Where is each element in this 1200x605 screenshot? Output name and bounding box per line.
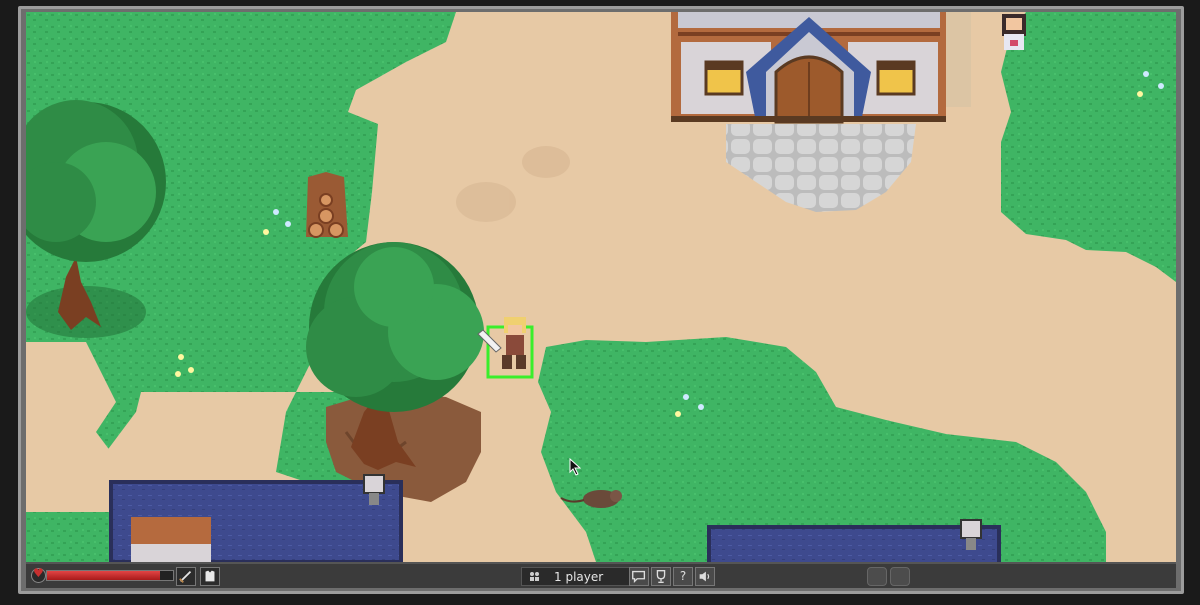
help-button[interactable]: ? [673,567,693,586]
player-count-label: 1 player [554,570,604,584]
sword-icon [179,570,192,583]
trophy-icon [656,570,666,583]
log-pile[interactable] [306,172,348,238]
population-icon [530,572,539,581]
water-left [109,474,403,562]
inventory-slot-1[interactable] [867,567,887,586]
armor-slot[interactable] [200,567,220,586]
player-count: 1 player [521,567,636,586]
house[interactable] [671,12,971,124]
game-viewport[interactable] [26,12,1176,562]
sound-button[interactable] [695,567,715,586]
villager-npc[interactable] [1002,14,1026,50]
chat-icon [632,570,646,584]
speaker-icon [699,571,710,582]
weapon-slot[interactable] [176,567,196,586]
achievements-button[interactable] [651,567,671,586]
armor-icon [205,570,215,582]
help-icon: ? [679,569,687,583]
chat-button[interactable] [629,567,649,586]
mouse-cursor-icon [569,458,581,476]
water-right [707,519,1001,562]
health-bar-fill [47,571,161,580]
heart-icon [31,566,46,583]
health-bar [46,570,174,581]
inventory-slot-2[interactable] [890,567,910,586]
hud-bar: 1 player ? [26,562,1176,588]
world-map[interactable] [26,12,1176,562]
